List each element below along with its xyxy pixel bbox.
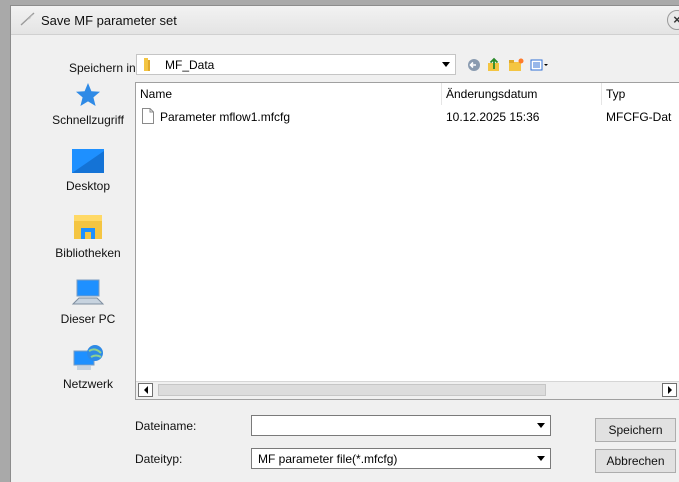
column-header-name[interactable]: Name	[136, 83, 442, 105]
folder-icon	[144, 58, 150, 71]
scroll-left-button[interactable]	[138, 383, 153, 397]
filename-input[interactable]	[255, 417, 525, 434]
filetype-select[interactable]: MF parameter file(*.mfcfg)	[251, 448, 551, 469]
this-pc-icon	[71, 279, 105, 305]
place-this-pc[interactable]: Dieser PC	[33, 278, 143, 326]
place-network[interactable]: Netzwerk	[33, 343, 143, 391]
place-label: Bibliotheken	[55, 246, 121, 260]
chevron-down-icon[interactable]	[437, 55, 455, 74]
libraries-icon	[74, 215, 102, 239]
feather-icon	[20, 12, 35, 26]
place-label: Netzwerk	[62, 377, 113, 391]
file-type: MFCFG-Dat	[606, 110, 672, 124]
filename-label: Dateiname:	[135, 419, 197, 433]
file-date: 10.12.2025 15:36	[446, 110, 540, 124]
chevron-down-icon[interactable]	[532, 416, 550, 435]
cancel-button[interactable]: Abbrechen	[595, 449, 676, 473]
place-quick-access[interactable]: Schnellzugriff	[33, 81, 143, 127]
filetype-value: MF parameter file(*.mfcfg)	[258, 452, 398, 466]
filename-combo[interactable]	[251, 415, 551, 436]
network-icon	[73, 345, 103, 370]
place-desktop[interactable]: Desktop	[33, 147, 143, 193]
lookin-label: Speichern in:	[69, 61, 140, 75]
view-menu-icon[interactable]	[530, 57, 550, 73]
lookin-combo[interactable]: MF_Data	[136, 54, 456, 75]
title-bar[interactable]: Save MF parameter set ×	[11, 6, 679, 35]
column-header-date[interactable]: Änderungsdatum	[442, 83, 602, 105]
save-dialog: Save MF parameter set × Speichern in: MF…	[10, 5, 679, 482]
place-label: Schnellzugriff	[52, 113, 124, 127]
scroll-right-button[interactable]	[662, 383, 677, 397]
column-header-type[interactable]: Typ	[602, 83, 679, 105]
place-label: Desktop	[65, 179, 111, 193]
file-icon	[142, 108, 154, 124]
new-folder-icon[interactable]	[508, 57, 524, 73]
save-button[interactable]: Speichern	[595, 418, 676, 442]
window-title: Save MF parameter set	[41, 13, 177, 28]
up-folder-icon[interactable]	[486, 57, 502, 73]
horizontal-scrollbar[interactable]	[136, 381, 679, 399]
desktop-icon	[72, 149, 104, 173]
chevron-down-icon[interactable]	[532, 449, 550, 468]
place-label: Dieser PC	[60, 312, 116, 326]
place-libraries[interactable]: Bibliotheken	[33, 212, 143, 260]
file-name: Parameter mflow1.mfcfg	[160, 110, 291, 124]
places-bar: Schnellzugriff Desktop Bibliotheken Dies…	[33, 81, 143, 401]
file-list[interactable]: Name Änderungsdatum Typ Parameter mflow1…	[135, 82, 679, 400]
scroll-thumb[interactable]	[158, 384, 546, 396]
file-row[interactable]: Parameter mflow1.mfcfg 10.12.2025 15:36 …	[136, 107, 679, 127]
lookin-value: MF_Data	[165, 58, 215, 72]
back-icon[interactable]	[466, 57, 482, 73]
filetype-label: Dateityp:	[135, 452, 183, 466]
quick-access-star-icon	[76, 83, 100, 106]
close-button[interactable]: ×	[667, 10, 679, 30]
